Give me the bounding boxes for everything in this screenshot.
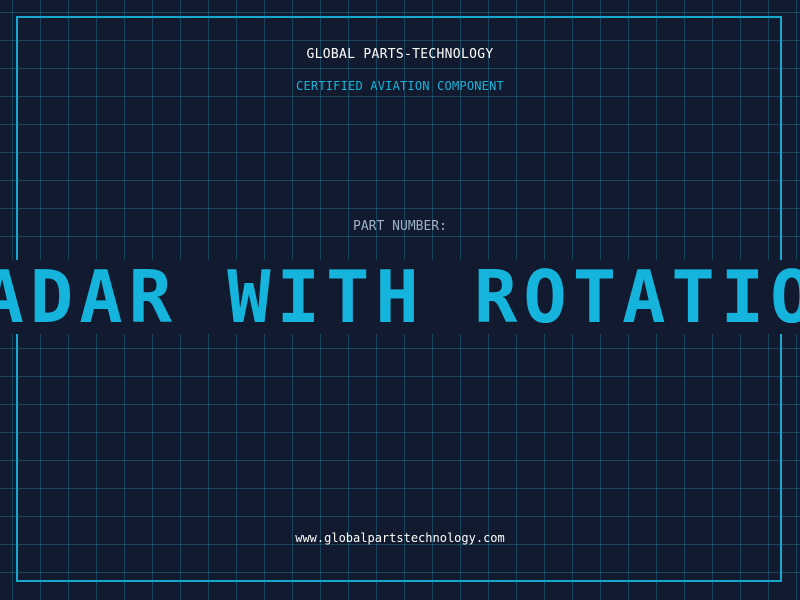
certificate-page: GLOBAL PARTS-TECHNOLOGY CERTIFIED AVIATI… (0, 0, 800, 600)
part-number-label: PART NUMBER: (353, 219, 447, 234)
company-name: GLOBAL PARTS-TECHNOLOGY (306, 47, 494, 62)
website-url[interactable]: www.globalpartstechnology.com (0, 531, 800, 545)
certification-subtitle: CERTIFIED AVIATION COMPONENT (296, 79, 504, 93)
part-number-band: RADAR WITH ROTATION (0, 260, 800, 334)
part-number-value: RADAR WITH ROTATION (0, 260, 800, 334)
